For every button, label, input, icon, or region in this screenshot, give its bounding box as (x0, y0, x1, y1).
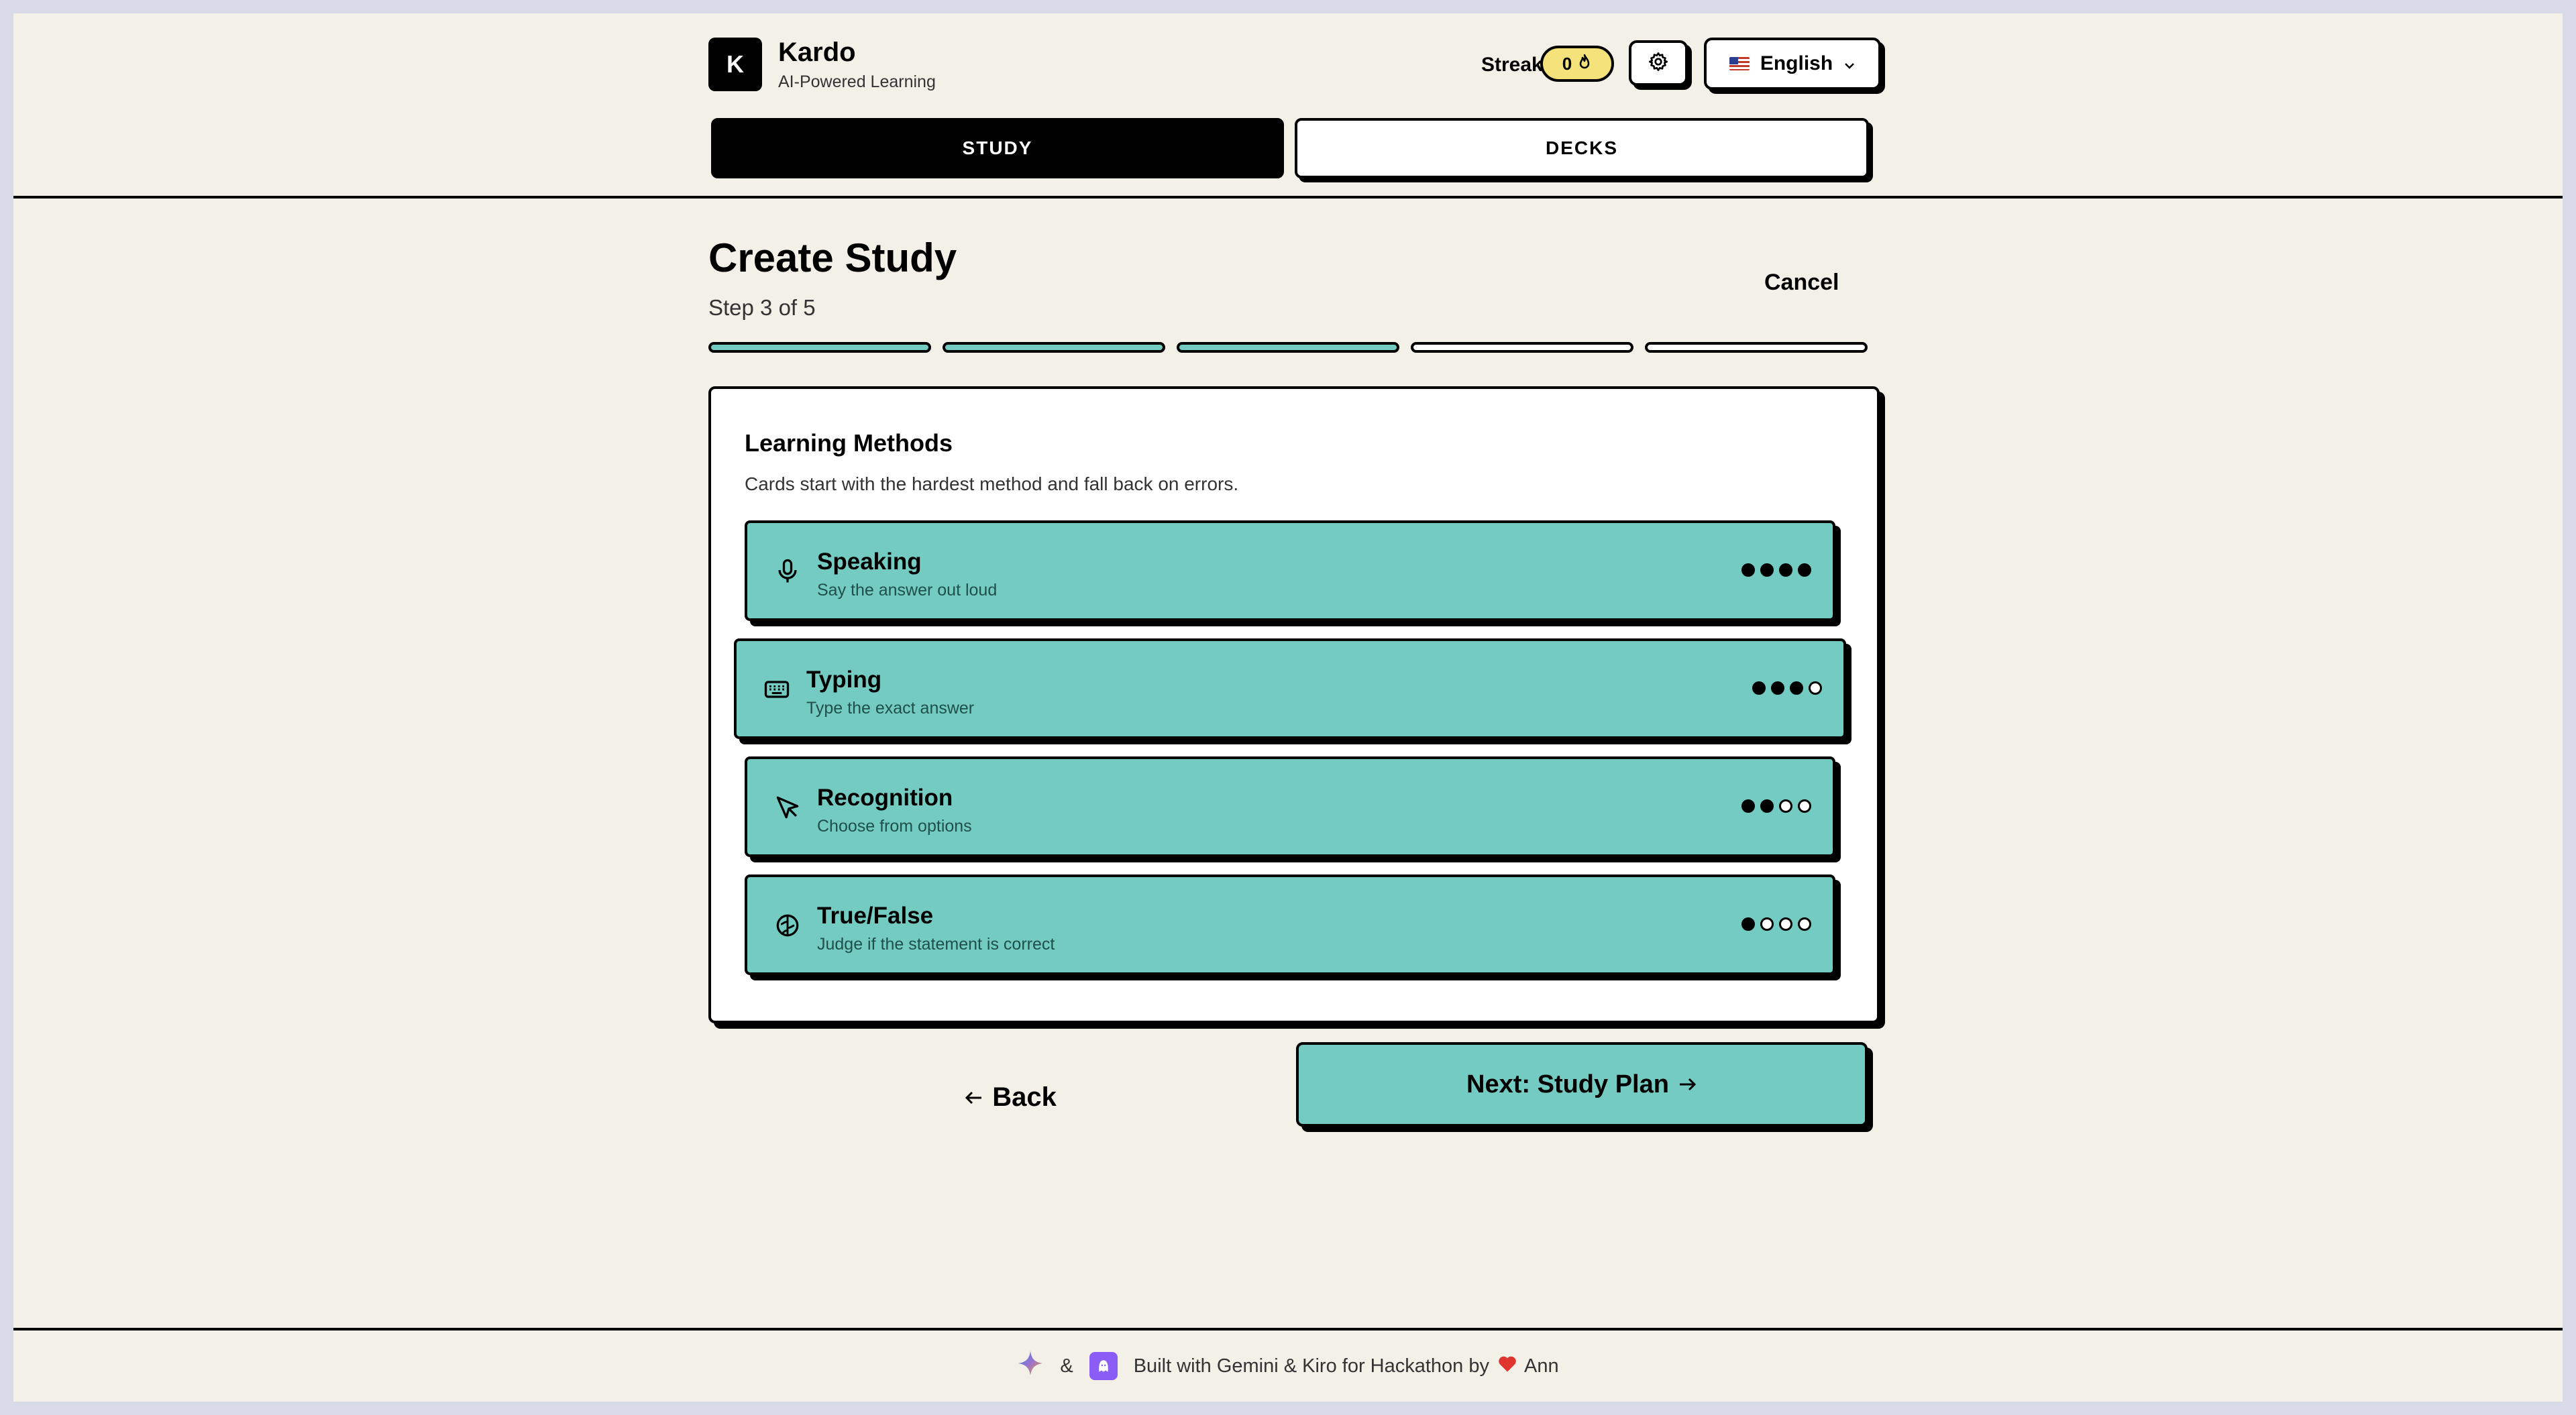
step-indicator: Step 3 of 5 (708, 295, 816, 320)
app-title: Kardo (778, 38, 856, 67)
footer-author: Ann (1524, 1355, 1559, 1377)
us-flag-icon (1729, 57, 1750, 70)
footer: & Built with Gemini & Kiro for Hackathon… (13, 1328, 2563, 1402)
method-description: Type the exact answer (806, 699, 975, 718)
method-label: True/False (817, 903, 934, 929)
footer-ampersand: & (1060, 1355, 1073, 1377)
difficulty-dot (1779, 799, 1792, 813)
back-button[interactable]: Back (708, 1057, 1312, 1137)
difficulty-dot (1741, 799, 1755, 813)
difficulty-dot (1779, 917, 1792, 931)
method-label: Typing (806, 667, 882, 693)
difficulty-dot (1752, 681, 1766, 695)
difficulty-dot (1760, 563, 1774, 577)
progress-segment-4 (1411, 342, 1633, 353)
difficulty-dot (1741, 563, 1755, 577)
difficulty-dots (1741, 563, 1811, 577)
method-description: Choose from options (817, 817, 972, 836)
heart-icon (1497, 1354, 1517, 1378)
section-title: Learning Methods (745, 429, 953, 457)
method-description: Say the answer out loud (817, 581, 998, 600)
arrow-right-icon (1677, 1070, 1697, 1099)
difficulty-dots (1752, 681, 1822, 695)
difficulty-dot (1771, 681, 1784, 695)
flame-icon (1577, 54, 1592, 74)
progress-segment-3 (1177, 342, 1399, 353)
back-label: Back (992, 1082, 1057, 1112)
difficulty-dot (1760, 799, 1774, 813)
next-button[interactable]: Next: Study Plan (1296, 1042, 1868, 1127)
language-label: English (1760, 52, 1833, 74)
microphone-icon (773, 557, 802, 586)
difficulty-dot (1741, 917, 1755, 931)
method-recognition[interactable]: Recognition Choose from options (745, 756, 1835, 857)
app-window: K Kardo AI-Powered Learning Streak 0 Eng… (13, 13, 2563, 1402)
difficulty-dot (1760, 917, 1774, 931)
difficulty-dot (1798, 799, 1811, 813)
footer-text: Built with Gemini & Kiro for Hackathon b… (1133, 1355, 1489, 1377)
difficulty-dot (1809, 681, 1822, 695)
method-label: Speaking (817, 549, 922, 575)
streak-badge: 0 (1540, 46, 1614, 82)
section-description: Cards start with the hardest method and … (745, 473, 1239, 494)
method-description: Judge if the statement is correct (817, 935, 1055, 954)
method-true-false[interactable]: True/False Judge if the statement is cor… (745, 874, 1835, 975)
streak-count: 0 (1562, 53, 1572, 74)
cancel-button[interactable]: Cancel (1764, 270, 1839, 296)
method-speaking[interactable]: Speaking Say the answer out loud (745, 520, 1835, 621)
keyboard-icon (762, 675, 792, 704)
page-title: Create Study (708, 235, 957, 280)
difficulty-dots (1741, 917, 1811, 931)
brain-icon (773, 911, 802, 940)
cursor-icon (773, 793, 802, 822)
app-subtitle: AI-Powered Learning (778, 72, 936, 91)
language-select[interactable]: English (1704, 38, 1881, 90)
tab-decks[interactable]: DECKS (1295, 118, 1869, 178)
learning-methods-card: Learning Methods Cards start with the ha… (708, 386, 1880, 1023)
difficulty-dots (1741, 799, 1811, 813)
difficulty-dot (1790, 681, 1803, 695)
difficulty-dot (1798, 917, 1811, 931)
kiro-icon (1089, 1352, 1118, 1380)
chevron-down-icon (1843, 52, 1856, 75)
gemini-icon (1017, 1350, 1044, 1382)
progress-segment-5 (1645, 342, 1868, 353)
next-label: Next: Study Plan (1466, 1070, 1669, 1098)
difficulty-dot (1798, 563, 1811, 577)
gear-icon (1648, 51, 1669, 76)
progress-segment-2 (943, 342, 1165, 353)
app-logo[interactable]: K (708, 38, 762, 91)
progress-segment-1 (708, 342, 931, 353)
arrow-left-icon (964, 1082, 984, 1113)
tab-study[interactable]: STUDY (711, 118, 1284, 178)
settings-button[interactable] (1629, 40, 1688, 86)
streak-label: Streak (1481, 54, 1543, 76)
difficulty-dot (1779, 563, 1792, 577)
method-typing[interactable]: Typing Type the exact answer (734, 638, 1846, 739)
header: K Kardo AI-Powered Learning Streak 0 Eng… (13, 13, 2563, 199)
method-label: Recognition (817, 785, 953, 811)
